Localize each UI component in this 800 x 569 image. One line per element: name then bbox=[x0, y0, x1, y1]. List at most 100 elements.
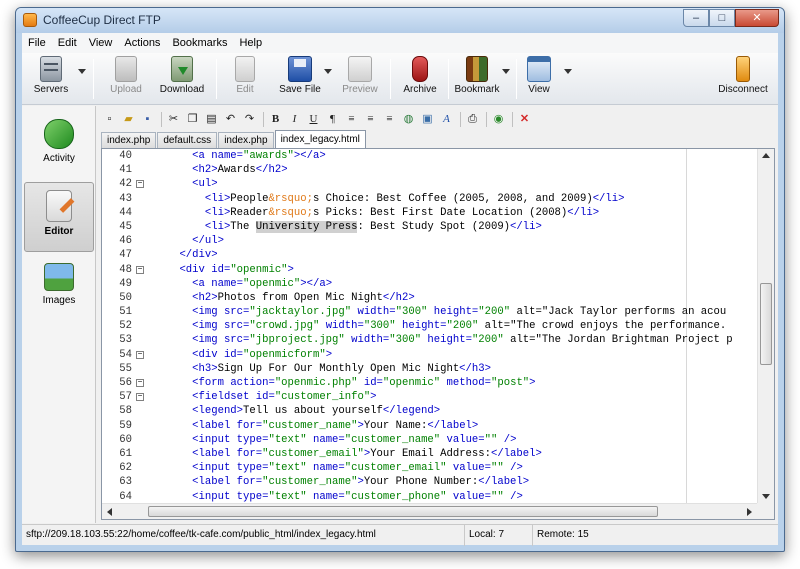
code-line[interactable]: 46 </ul> bbox=[102, 234, 757, 248]
archive-button[interactable]: Archive bbox=[400, 55, 440, 103]
close-button[interactable]: ✕ bbox=[735, 9, 779, 27]
undo-icon[interactable]: ↶ bbox=[222, 111, 239, 128]
code-line[interactable]: 50 <h2>Photos from Open Mic Night</h2> bbox=[102, 291, 757, 305]
close-file-icon[interactable]: ✕ bbox=[516, 111, 533, 128]
servers-dropdown-arrow[interactable] bbox=[78, 69, 86, 74]
code-line[interactable]: 40 <a name="awards"></a> bbox=[102, 149, 757, 163]
vertical-scrollbar[interactable] bbox=[757, 149, 774, 503]
redo-icon[interactable]: ↷ bbox=[241, 111, 258, 128]
code-line[interactable]: 52 <img src="crowd.jpg" width="300" heig… bbox=[102, 319, 757, 333]
image-insert-icon[interactable]: ▣ bbox=[419, 111, 436, 128]
code-line[interactable]: 60 <input type="text" name="customer_nam… bbox=[102, 433, 757, 447]
fold-toggle-icon[interactable]: − bbox=[136, 393, 144, 402]
code-line[interactable]: 44 <li>Reader&rsquo;s Picks: Best First … bbox=[102, 206, 757, 220]
code-line[interactable]: 56− <form action="openmic.php" id="openm… bbox=[102, 376, 757, 390]
horizontal-scroll-thumb[interactable] bbox=[148, 506, 658, 517]
sidebar-item-images[interactable]: Images bbox=[24, 256, 94, 326]
scroll-up-arrow[interactable] bbox=[762, 153, 770, 158]
menu-file[interactable]: File bbox=[22, 33, 52, 53]
save-icon[interactable]: ▪ bbox=[139, 111, 156, 128]
horizontal-scrollbar[interactable] bbox=[102, 503, 757, 519]
code-line[interactable]: 48− <div id="openmic"> bbox=[102, 263, 757, 277]
code-line[interactable]: 53 <img src="jbproject.jpg" width="300" … bbox=[102, 333, 757, 347]
align-left-icon[interactable]: ≡ bbox=[343, 111, 360, 128]
bookmark-button[interactable]: Bookmark bbox=[454, 55, 500, 103]
disconnect-button[interactable]: Disconnect bbox=[718, 55, 768, 103]
fold-toggle-icon[interactable]: − bbox=[136, 350, 144, 359]
menu-actions[interactable]: Actions bbox=[118, 33, 166, 53]
tab-index-legacy-html[interactable]: index_legacy.html bbox=[274, 130, 366, 148]
save-file-button[interactable]: Save File bbox=[276, 55, 324, 103]
sidebar-item-activity[interactable]: Activity bbox=[24, 112, 94, 182]
line-number: 61 bbox=[119, 447, 132, 460]
bookmark-dropdown-arrow[interactable] bbox=[502, 69, 510, 74]
bold-button[interactable]: B bbox=[267, 111, 284, 128]
italic-button[interactable]: I bbox=[286, 111, 303, 128]
minimize-button[interactable]: – bbox=[683, 9, 709, 27]
code-line[interactable]: 64 <input type="text" name="customer_pho… bbox=[102, 490, 757, 504]
fold-toggle-icon[interactable]: − bbox=[136, 180, 144, 189]
copy-icon[interactable]: ❐ bbox=[184, 111, 201, 128]
code-line[interactable]: 45 <li>The University Press: Best Study … bbox=[102, 220, 757, 234]
code-line[interactable]: 49 <a name="openmic"></a> bbox=[102, 277, 757, 291]
code-line-text: <li>People&rsquo;s Choice: Best Coffee (… bbox=[204, 192, 625, 205]
view-dropdown-arrow[interactable] bbox=[564, 69, 572, 74]
code-line[interactable]: 54− <div id="openmicform"> bbox=[102, 348, 757, 362]
scroll-down-arrow[interactable] bbox=[762, 494, 770, 499]
code-line-text: <img src="crowd.jpg" width="300" height=… bbox=[192, 320, 727, 333]
bookmark-books-icon bbox=[466, 56, 488, 82]
code-text[interactable]: 40 <a name="awards"></a> 41 <h2>Awards</h… bbox=[102, 149, 757, 503]
code-line[interactable]: 55 <h3>Sign Up For Our Monthly Open Mic … bbox=[102, 362, 757, 376]
tab-default-css[interactable]: default.css bbox=[157, 132, 218, 148]
align-right-icon[interactable]: ≡ bbox=[381, 111, 398, 128]
tab-index-php-2[interactable]: index.php bbox=[218, 132, 274, 148]
globe-link-icon[interactable]: ◍ bbox=[400, 111, 417, 128]
code-line[interactable]: 61 <label for="customer_email">Your Emai… bbox=[102, 447, 757, 461]
code-line-text: </ul> bbox=[192, 235, 224, 248]
menu-help[interactable]: Help bbox=[233, 33, 268, 53]
download-button[interactable]: Download bbox=[157, 55, 207, 103]
save-dropdown-arrow[interactable] bbox=[324, 69, 332, 74]
code-line[interactable]: 47 </div> bbox=[102, 248, 757, 262]
editor-panel: ▫ ▰ ▪ ✂ ❐ ▤ ↶ ↷ B I U ¶ ≡ ≡ ≡ ◍ ▣ A ⎙ ◉ … bbox=[97, 106, 778, 523]
menu-edit[interactable]: Edit bbox=[52, 33, 83, 53]
edit-button[interactable]: Edit bbox=[230, 55, 260, 103]
title-bar[interactable]: CoffeeCup Direct FTP – □ ✕ bbox=[16, 8, 784, 33]
fold-toggle-icon[interactable]: − bbox=[136, 265, 144, 274]
code-line[interactable]: 41 <h2>Awards</h2> bbox=[102, 163, 757, 177]
code-line[interactable]: 63 <label for="customer_name">Your Phone… bbox=[102, 475, 757, 489]
menu-bookmarks[interactable]: Bookmarks bbox=[166, 33, 233, 53]
paste-icon[interactable]: ▤ bbox=[203, 111, 220, 128]
vertical-scroll-thumb[interactable] bbox=[760, 283, 772, 365]
browser-preview-icon[interactable]: ◉ bbox=[490, 111, 507, 128]
preview-button[interactable]: Preview bbox=[340, 55, 380, 103]
open-file-icon[interactable]: ▰ bbox=[120, 111, 137, 128]
upload-button[interactable]: Upload bbox=[106, 55, 146, 103]
code-line[interactable]: 59 <label for="customer_name">Your Name:… bbox=[102, 419, 757, 433]
maximize-button[interactable]: □ bbox=[709, 9, 735, 27]
menu-view[interactable]: View bbox=[83, 33, 119, 53]
toolbar-separator bbox=[263, 111, 264, 127]
paragraph-button[interactable]: ¶ bbox=[324, 111, 341, 128]
font-icon[interactable]: A bbox=[438, 111, 455, 128]
align-center-icon[interactable]: ≡ bbox=[362, 111, 379, 128]
sidebar-item-editor[interactable]: Editor bbox=[24, 182, 94, 252]
view-button[interactable]: View bbox=[524, 55, 554, 103]
underline-button[interactable]: U bbox=[305, 111, 322, 128]
fold-toggle-icon[interactable]: − bbox=[136, 379, 144, 387]
cut-icon[interactable]: ✂ bbox=[165, 111, 182, 128]
scroll-right-arrow[interactable] bbox=[747, 508, 752, 516]
code-line[interactable]: 42− <ul> bbox=[102, 177, 757, 191]
code-line[interactable]: 57− <fieldset id="customer_info"> bbox=[102, 390, 757, 404]
code-line[interactable]: 62 <input type="text" name="customer_ema… bbox=[102, 461, 757, 475]
code-line[interactable]: 51 <img src="jacktaylor.jpg" width="300"… bbox=[102, 305, 757, 319]
toolbar-separator bbox=[512, 111, 513, 127]
new-file-icon[interactable]: ▫ bbox=[101, 111, 118, 128]
servers-button[interactable]: Servers bbox=[30, 55, 72, 103]
code-line[interactable]: 58 <legend>Tell us about yourself</legen… bbox=[102, 404, 757, 418]
code-line[interactable]: 43 <li>People&rsquo;s Choice: Best Coffe… bbox=[102, 192, 757, 206]
print-icon[interactable]: ⎙ bbox=[464, 111, 481, 128]
scroll-left-arrow[interactable] bbox=[107, 508, 112, 516]
tab-index-php[interactable]: index.php bbox=[101, 132, 157, 148]
code-editor[interactable]: 40 <a name="awards"></a> 41 <h2>Awards</h… bbox=[101, 148, 775, 520]
